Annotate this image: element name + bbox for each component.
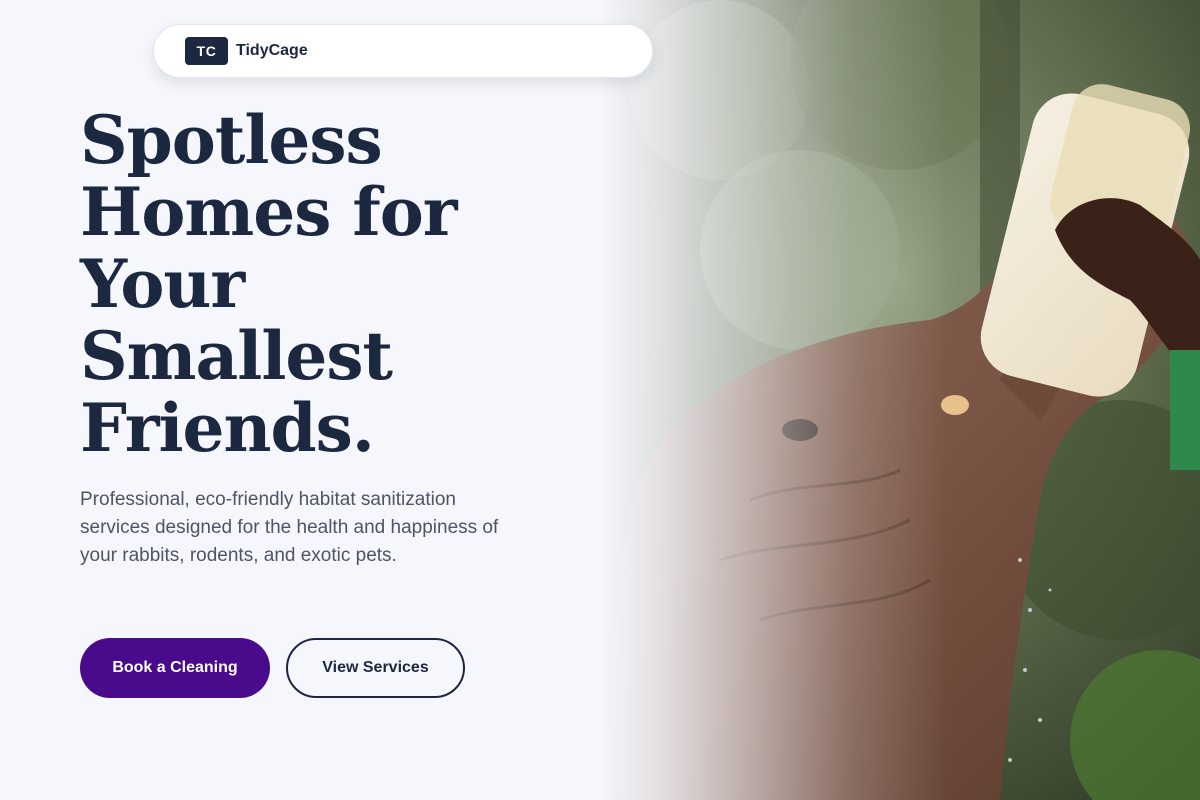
headline-line: Your xyxy=(80,245,245,323)
view-services-button[interactable]: View Services xyxy=(286,638,465,698)
hero-description: Professional, eco-friendly habitat sanit… xyxy=(80,489,499,566)
brand-logo[interactable]: TC xyxy=(185,37,228,65)
headline-line: Smallest xyxy=(80,317,393,395)
brand-name[interactable]: TidyCage xyxy=(236,42,308,60)
top-navbar: TC TidyCage xyxy=(153,24,653,78)
hero-headline: Spotless Homes for Your Smallest Friends… xyxy=(80,104,560,464)
headline-line: Homes for xyxy=(80,173,458,251)
book-cleaning-button[interactable]: Book a Cleaning xyxy=(80,638,270,698)
brand-logo-initials: TC xyxy=(196,43,217,59)
hero-image xyxy=(600,0,1200,800)
headline-line: Friends. xyxy=(80,389,375,467)
headline-line: Spotless xyxy=(80,101,383,179)
